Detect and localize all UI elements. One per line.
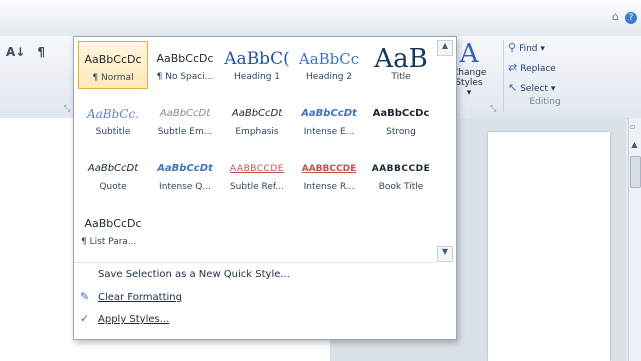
editing-group: ⚲ Find ▾ ⇄ Replace ↖ Select ▾ Editing bbox=[508, 38, 582, 116]
style-name: Quote bbox=[99, 182, 127, 192]
style-tile-head[interactable]: AaBbC( Heading 1 bbox=[222, 41, 292, 89]
style-sample: AaBbCcDt bbox=[301, 108, 357, 119]
style-name: Strong bbox=[386, 127, 416, 137]
style-sample: AaBbCc. bbox=[86, 107, 140, 121]
style-name: ¶ List Para... bbox=[81, 237, 137, 247]
style-tile-subtitle[interactable]: AaBbCc. Subtitle bbox=[78, 96, 148, 144]
style-sample: AABBCCDE bbox=[371, 164, 431, 174]
style-sample: AaBbC( bbox=[224, 49, 290, 69]
scroll-up-icon[interactable]: ▲ bbox=[628, 140, 641, 153]
style-name: Intense Q... bbox=[159, 182, 211, 192]
save-selection-menu-item[interactable]: Save Selection as a New Quick Style... bbox=[80, 265, 290, 285]
find-button[interactable]: ⚲ Find ▾ bbox=[508, 38, 582, 58]
change-styles-label: Change Styles ▾ bbox=[452, 68, 487, 98]
style-name: Subtitle bbox=[95, 127, 131, 137]
style-name: Intense E... bbox=[303, 127, 355, 137]
style-tile-title[interactable]: AaB Title bbox=[366, 41, 436, 89]
group-divider bbox=[503, 40, 504, 112]
replace-icon: ⇄ bbox=[508, 61, 518, 74]
replace-button[interactable]: ⇄ Replace bbox=[508, 58, 582, 78]
clear-formatting-icon: ✎ bbox=[80, 290, 90, 303]
apply-styles-icon: ✓ bbox=[80, 312, 90, 325]
style-tile-intense[interactable]: AaBbCcDt Intense E... bbox=[294, 96, 364, 144]
change-styles-button[interactable]: A Change Styles ▾ bbox=[452, 40, 486, 104]
style-name: Emphasis bbox=[235, 127, 279, 137]
style-sample: AaBbCcDt bbox=[231, 108, 283, 119]
style-name: Heading 1 bbox=[233, 72, 281, 82]
style-tile-normal[interactable]: AaBbCcDc ¶ Normal bbox=[78, 41, 148, 89]
style-sample: AaBbCcDc bbox=[156, 52, 214, 65]
vertical-scrollbar[interactable] bbox=[628, 118, 641, 361]
style-sample: AaBbCcDt bbox=[159, 108, 211, 119]
style-sample: AaB bbox=[374, 47, 428, 71]
style-tile-subtle[interactable]: AaBbCcDt Subtle Em... bbox=[150, 96, 220, 144]
scroll-thumb[interactable] bbox=[630, 156, 641, 188]
style-name: Title bbox=[391, 72, 411, 82]
style-sample: AABBCCDE bbox=[301, 164, 357, 174]
style-name: Book Title bbox=[378, 182, 424, 192]
style-tile-quote[interactable]: AaBbCcDt Quote bbox=[78, 151, 148, 199]
style-tile-normal[interactable]: AaBbCcDc ¶ List Para... bbox=[78, 206, 148, 254]
select-button[interactable]: ↖ Select ▾ bbox=[508, 78, 582, 98]
styles-launcher-icon[interactable]: ⤡ bbox=[490, 104, 496, 114]
binoculars-icon: ⚲ bbox=[508, 41, 517, 54]
style-sample: AABBCCDE bbox=[230, 164, 284, 174]
menu-divider bbox=[74, 262, 436, 263]
view-ruler-icon[interactable]: ▫ bbox=[630, 122, 639, 131]
sort-icon[interactable]: A↓ bbox=[6, 45, 25, 59]
gallery-scroll-down-icon[interactable]: ▼ bbox=[437, 246, 453, 262]
minimize-ribbon-icon[interactable]: ⌂ bbox=[612, 10, 619, 23]
help-icon[interactable]: ? bbox=[625, 12, 637, 24]
editing-group-label: Editing bbox=[529, 97, 561, 107]
style-tile-iquote[interactable]: AaBbCcDt Intense Q... bbox=[150, 151, 220, 199]
title-strip bbox=[0, 0, 641, 37]
style-sample: AaBbCc bbox=[298, 50, 360, 68]
change-styles-icon: A bbox=[459, 39, 479, 69]
show-formatting-icon[interactable]: ¶ bbox=[37, 45, 45, 59]
style-tile-head2[interactable]: AaBbCc Heading 2 bbox=[294, 41, 364, 89]
style-sample: AaBbCcDc bbox=[372, 108, 430, 119]
style-name: ¶ No Spaci... bbox=[156, 72, 214, 82]
gallery-scroll-up-icon[interactable]: ▲ bbox=[437, 40, 453, 56]
style-sample: AaBbCcDc bbox=[84, 53, 142, 66]
style-name: Heading 2 bbox=[305, 72, 353, 82]
style-tile-normal[interactable]: AaBbCcDc ¶ No Spaci... bbox=[150, 41, 220, 89]
style-name: Subtle Ref... bbox=[229, 182, 285, 192]
style-tile-strong[interactable]: AaBbCcDc Strong bbox=[366, 96, 436, 144]
style-name: Subtle Em... bbox=[157, 127, 213, 137]
apply-styles-menu-item[interactable]: ✓ Apply Styles... bbox=[80, 309, 169, 329]
style-name: ¶ Normal bbox=[92, 73, 134, 83]
document-page[interactable] bbox=[488, 132, 610, 361]
help-cluster: ⌂? bbox=[606, 10, 637, 24]
style-sample: AaBbCcDt bbox=[87, 163, 139, 174]
paragraph-group: A↓ ¶ bbox=[6, 45, 57, 59]
style-tile-book[interactable]: AABBCCDE Book Title bbox=[366, 151, 436, 199]
style-sample: AaBbCcDt bbox=[157, 163, 213, 174]
clear-formatting-menu-item[interactable]: ✎ Clear Formatting bbox=[80, 287, 182, 307]
style-tile-subref[interactable]: AABBCCDE Subtle Ref... bbox=[222, 151, 292, 199]
style-tile-emph[interactable]: AaBbCcDt Emphasis bbox=[222, 96, 292, 144]
cursor-icon: ↖ bbox=[508, 81, 518, 94]
style-tile-intref[interactable]: AABBCCDE Intense R... bbox=[294, 151, 364, 199]
style-name: Intense R... bbox=[303, 182, 355, 192]
style-sample: AaBbCcDc bbox=[84, 217, 142, 230]
